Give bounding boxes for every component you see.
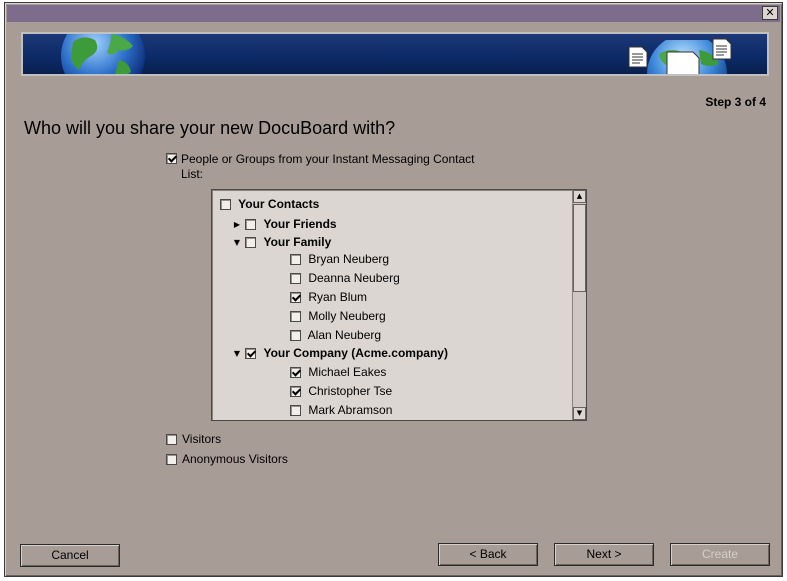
- your-company-checkbox[interactable]: [245, 348, 257, 360]
- collapse-arrow-icon[interactable]: ▼: [232, 234, 242, 252]
- contact-checkbox[interactable]: [290, 330, 301, 342]
- contact-item[interactable]: Bryan Neuberg: [290, 250, 389, 268]
- tree-item-your-family[interactable]: ▼ Your Family: [232, 233, 331, 251]
- header-banner: [21, 32, 769, 76]
- vertical-scrollbar[interactable]: ▲ ▼: [572, 190, 586, 420]
- tree-item-label: Your Company (Acme.company): [263, 346, 448, 360]
- expand-arrow-icon[interactable]: ▶: [232, 216, 242, 234]
- contact-name: Christopher Tse: [308, 384, 393, 398]
- tree-item-label: Your Contacts: [238, 197, 320, 211]
- contact-name: Ryan Blum: [308, 290, 368, 304]
- contact-name: Alan Neuberg: [307, 328, 382, 342]
- tree-item-label: Your Family: [263, 235, 332, 249]
- contact-item[interactable]: Alan Neuberg: [290, 326, 381, 344]
- contact-checkbox[interactable]: [290, 367, 301, 379]
- anonymous-visitors-label: Anonymous Visitors: [182, 452, 288, 466]
- contact-name: Michael Eakes: [308, 365, 387, 379]
- title-bar[interactable]: ✕: [7, 5, 780, 22]
- tree-item-label: Your Friends: [263, 217, 337, 231]
- document-icon: [666, 51, 700, 74]
- tree-item-your-contacts[interactable]: Your Contacts: [220, 195, 319, 213]
- your-family-checkbox[interactable]: [245, 237, 257, 249]
- scroll-thumb[interactable]: [573, 204, 586, 292]
- im-contacts-option[interactable]: People or Groups from your Instant Messa…: [166, 152, 486, 182]
- contact-item[interactable]: Molly Neuberg: [290, 307, 386, 325]
- contact-name: Mark Abramson: [308, 403, 393, 417]
- contact-checkbox[interactable]: [290, 386, 301, 398]
- visitors-label: Visitors: [182, 432, 222, 446]
- tree-item-your-friends[interactable]: ▶ Your Friends: [232, 215, 337, 233]
- scroll-up-button[interactable]: ▲: [573, 190, 586, 203]
- im-contacts-label: People or Groups from your Instant Messa…: [181, 152, 475, 181]
- page-title: Who will you share your new DocuBoard wi…: [24, 118, 396, 138]
- wizard-window: ✕ Step 3 of 4 Who will you share your ne…: [4, 2, 783, 577]
- contact-item[interactable]: Michael Eakes: [290, 363, 386, 381]
- scroll-down-button[interactable]: ▼: [573, 407, 586, 420]
- tree-item-your-company[interactable]: ▼ Your Company (Acme.company): [232, 344, 448, 362]
- contact-checkbox[interactable]: [290, 273, 301, 285]
- contact-checkbox[interactable]: [290, 311, 301, 323]
- back-button[interactable]: < Back: [438, 543, 538, 566]
- document-icon: [712, 38, 732, 60]
- close-button[interactable]: ✕: [762, 6, 778, 20]
- contact-name: Bryan Neuberg: [308, 252, 390, 266]
- contact-name: Molly Neuberg: [308, 309, 386, 323]
- next-button[interactable]: Next >: [554, 543, 654, 566]
- contact-item[interactable]: Mark Abramson: [290, 401, 392, 419]
- contacts-tree[interactable]: Your Contacts ▶ Your Friends ▼ Your Fami…: [211, 189, 587, 421]
- step-indicator: Step 3 of 4: [705, 95, 766, 109]
- document-icon: [628, 46, 648, 68]
- anonymous-visitors-checkbox[interactable]: [166, 454, 177, 466]
- collapse-arrow-icon[interactable]: ▼: [232, 345, 242, 363]
- contact-name: Deanna Neuberg: [308, 271, 400, 285]
- your-friends-checkbox[interactable]: [245, 219, 257, 231]
- contact-checkbox[interactable]: [290, 405, 301, 417]
- create-button[interactable]: Create: [670, 543, 770, 566]
- globe-icon: [61, 34, 145, 74]
- anonymous-visitors-option[interactable]: Anonymous Visitors: [166, 452, 288, 467]
- visitors-option[interactable]: Visitors: [166, 432, 221, 447]
- contact-checkbox[interactable]: [290, 254, 301, 266]
- cancel-button[interactable]: Cancel: [20, 544, 120, 567]
- contact-item[interactable]: Christopher Tse: [290, 382, 392, 400]
- contact-checkbox[interactable]: [290, 292, 301, 304]
- contact-item[interactable]: Deanna Neuberg: [290, 269, 400, 287]
- your-contacts-checkbox[interactable]: [220, 199, 231, 211]
- contact-item[interactable]: Ryan Blum: [290, 288, 367, 306]
- im-contacts-checkbox[interactable]: [166, 153, 177, 164]
- visitors-checkbox[interactable]: [166, 434, 177, 446]
